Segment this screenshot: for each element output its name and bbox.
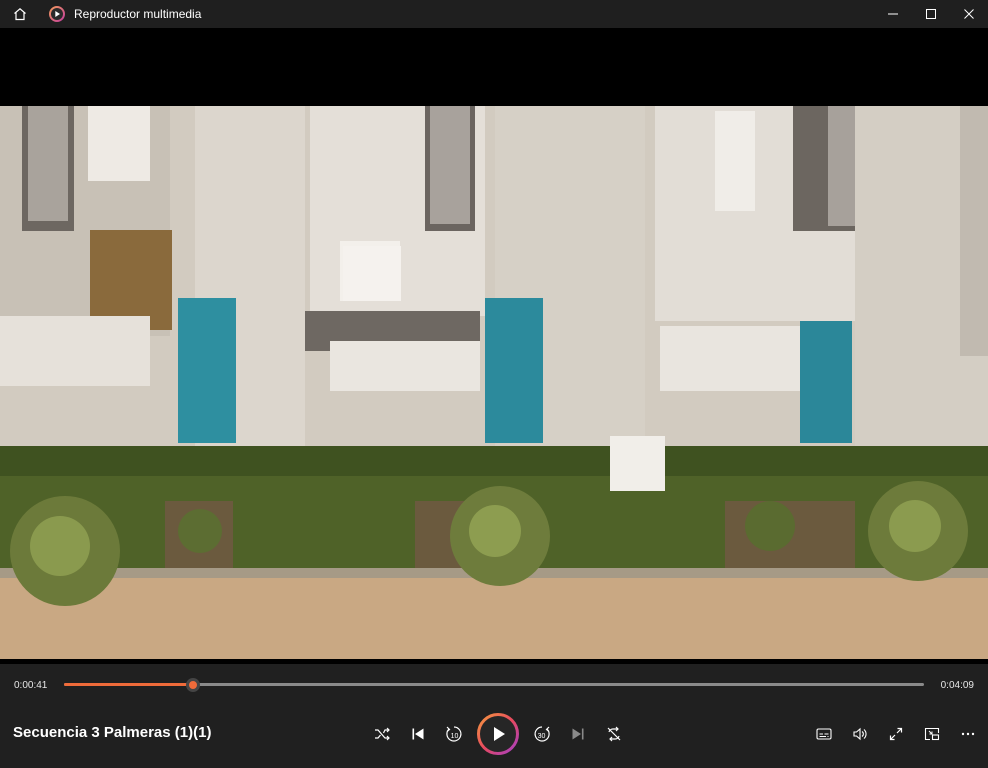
maximize-icon: [926, 9, 936, 19]
minimize-button[interactable]: [874, 0, 912, 28]
volume-icon: [853, 727, 867, 741]
title-bar: Reproductor multimedia: [0, 0, 988, 28]
close-button[interactable]: [950, 0, 988, 28]
volume-button[interactable]: [842, 718, 878, 750]
seek-thumb[interactable]: [185, 678, 200, 692]
total-time: 0:04:09: [940, 680, 974, 691]
previous-button[interactable]: [400, 718, 436, 750]
playback-controls: 0:00:41 0:04:09 Secuencia 3 Palmeras (1)…: [0, 664, 988, 768]
seek-bar[interactable]: [64, 678, 924, 692]
maximize-button[interactable]: [912, 0, 950, 28]
window-controls: [874, 0, 988, 28]
home-icon: [14, 8, 26, 21]
more-icon: [961, 732, 975, 736]
fullscreen-button[interactable]: [878, 718, 914, 750]
video-scene: [0, 106, 988, 659]
repeat-off-icon: [607, 726, 621, 742]
mini-player-button[interactable]: [914, 718, 950, 750]
skip-back-10-icon: 10: [446, 726, 462, 742]
home-button[interactable]: [0, 0, 40, 28]
repeat-button[interactable]: [596, 718, 632, 750]
skip-back-label: 10: [451, 733, 459, 740]
close-icon: [964, 9, 974, 19]
shuffle-icon: [375, 727, 390, 741]
skip-forward-label: 30: [538, 733, 546, 740]
media-title: Secuencia 3 Palmeras (1)(1): [13, 724, 212, 741]
video-area[interactable]: [0, 28, 988, 664]
subtitles-icon: [816, 728, 832, 740]
play-icon: [477, 713, 519, 755]
fullscreen-icon: [889, 727, 903, 741]
subtitles-button[interactable]: [806, 718, 842, 750]
media-player-icon: [49, 6, 65, 22]
current-time: 0:00:41: [14, 680, 48, 691]
next-icon: [572, 728, 584, 740]
video-frame[interactable]: [0, 106, 988, 659]
next-button[interactable]: [560, 718, 596, 750]
seek-progress: [64, 683, 193, 686]
shuffle-button[interactable]: [364, 718, 400, 750]
window-title: Reproductor multimedia: [74, 7, 202, 21]
previous-icon: [412, 728, 424, 740]
skip-forward-30-icon: 30: [534, 726, 550, 742]
skip-back-button[interactable]: 10: [436, 718, 472, 750]
skip-forward-button[interactable]: 30: [524, 718, 560, 750]
transport-controls: 10 30: [364, 713, 632, 755]
secondary-controls: [806, 718, 986, 750]
minimize-icon: [888, 13, 898, 15]
play-button[interactable]: [476, 712, 520, 756]
more-button[interactable]: [950, 718, 986, 750]
mini-player-icon: [924, 727, 940, 741]
